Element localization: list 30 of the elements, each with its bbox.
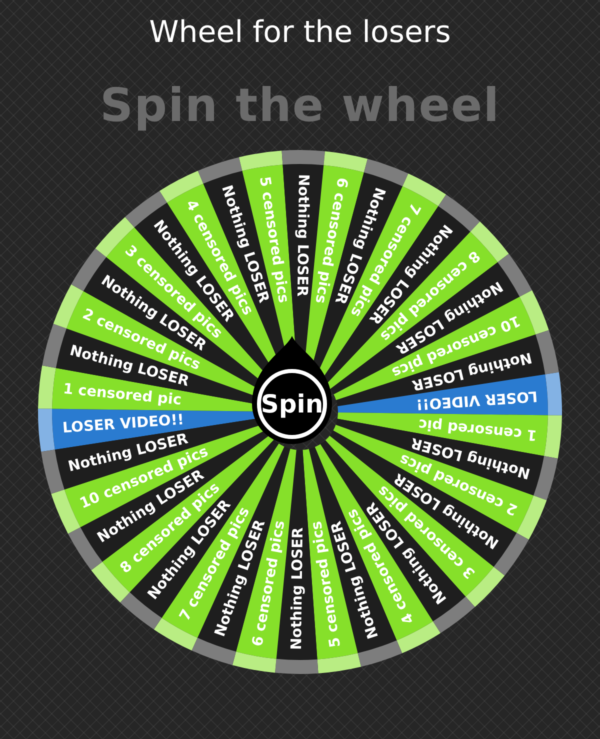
rim-segment: [51, 490, 80, 534]
rim-segment: [534, 456, 558, 500]
rim-segment: [536, 330, 559, 374]
rim-segment: [520, 290, 549, 334]
rim-segment: [42, 324, 66, 368]
rim-segment: [317, 653, 362, 674]
rim-segment: [358, 640, 402, 667]
rim-segment: [470, 222, 509, 262]
segment-label: Nothing LOSER: [288, 527, 307, 650]
rim-segment: [198, 157, 242, 184]
rim-segment: [53, 284, 84, 328]
rim-segment: [160, 170, 204, 203]
rim-segment: [238, 150, 283, 171]
rim-segment: [516, 496, 547, 540]
rim-segment: [545, 372, 562, 416]
rim-segment: [232, 652, 276, 673]
segment-label: Nothing LOSER: [293, 174, 312, 297]
page-title: Wheel for the losers: [149, 14, 451, 52]
heading: Spin the wheel: [100, 78, 500, 132]
rim-segment: [364, 158, 408, 186]
rim-segment: [41, 450, 64, 494]
spin-button[interactable]: Spin: [252, 336, 332, 444]
rim-segment: [282, 150, 325, 166]
rim-segment: [544, 415, 562, 458]
rim-segment: [192, 638, 236, 666]
rim-segment: [38, 408, 55, 452]
rim-segment: [324, 151, 368, 172]
rim-segment: [38, 366, 56, 409]
rim-segment: [396, 621, 440, 654]
rim-segment: [91, 562, 130, 602]
